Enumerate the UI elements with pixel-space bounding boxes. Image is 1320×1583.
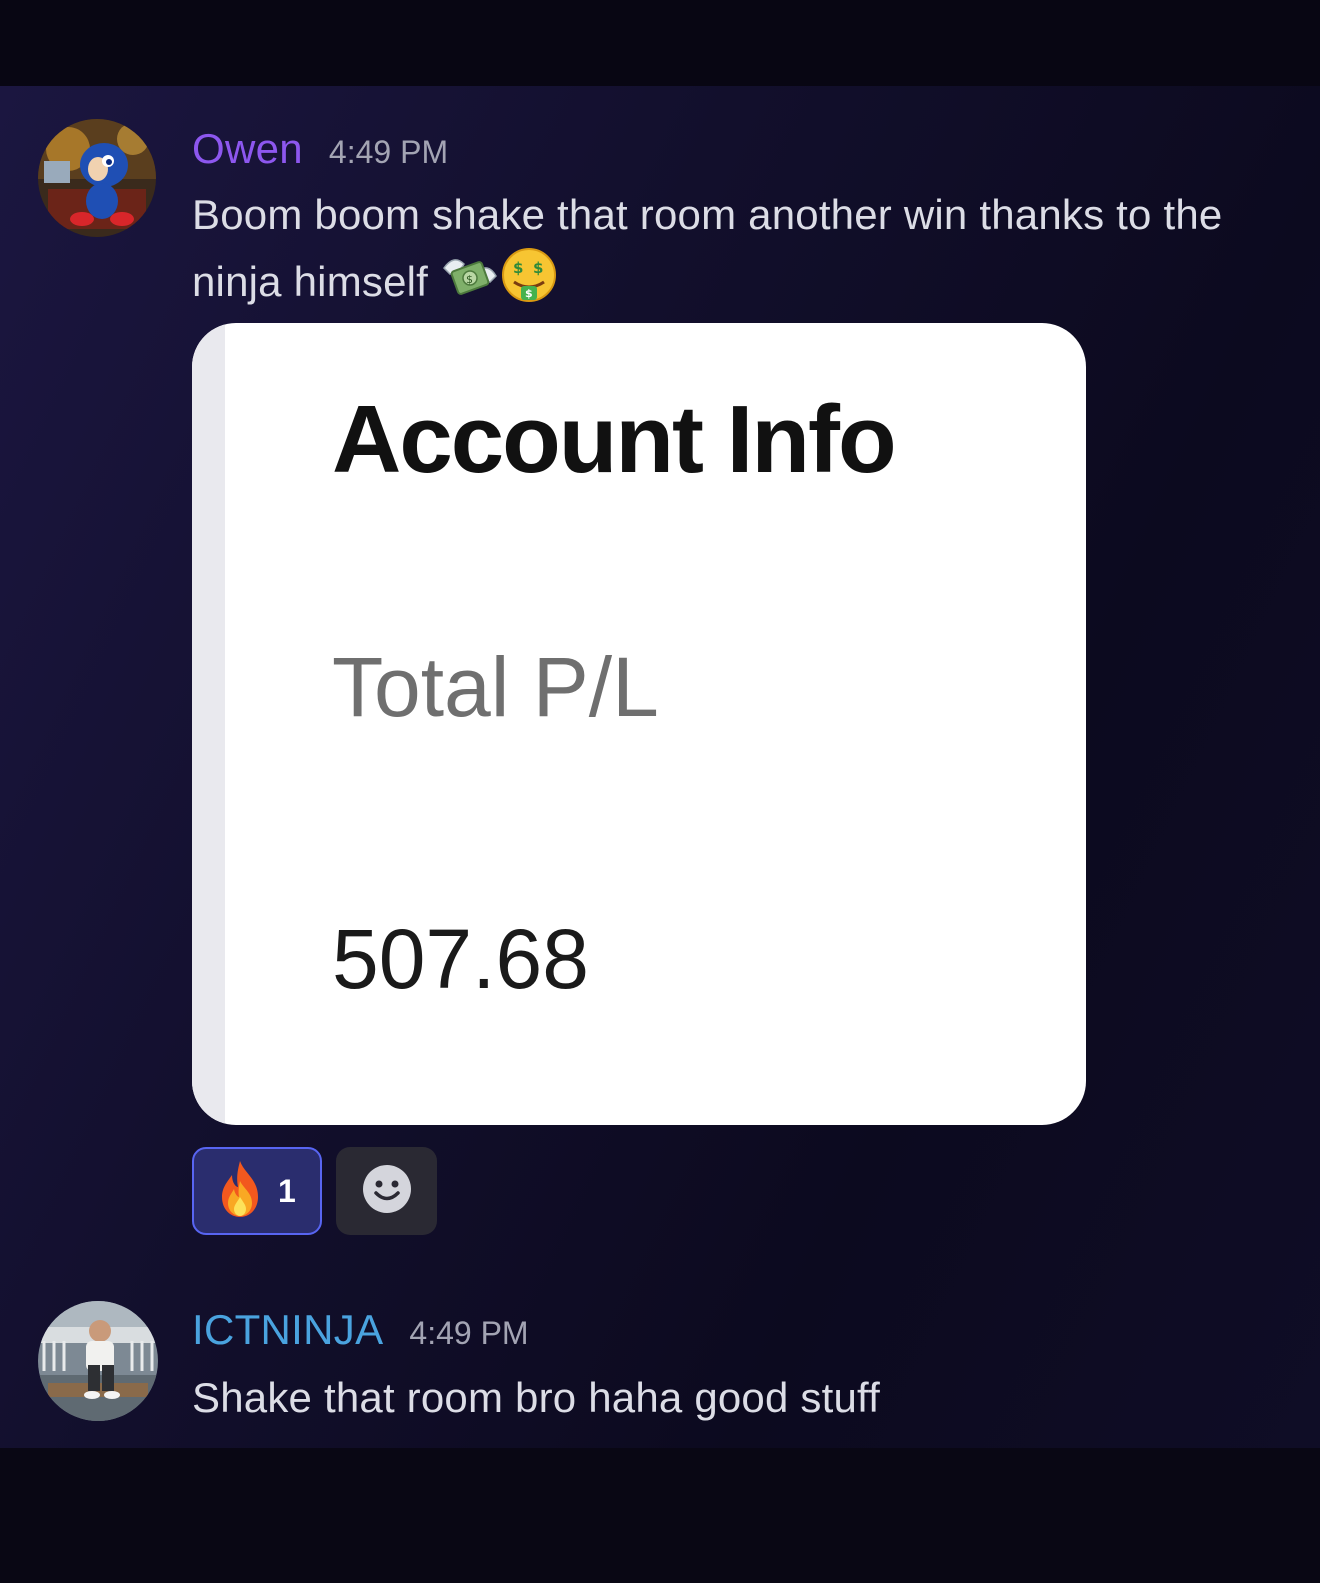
timestamp: 4:49 PM xyxy=(328,134,449,170)
money-mouth-face-icon: $ $ $ xyxy=(500,246,558,321)
attachment-edge xyxy=(192,323,225,1125)
message-body: Shake that room bro haha good stuff xyxy=(192,1374,881,1421)
reaction-fire[interactable]: 1 xyxy=(192,1147,322,1235)
bottom-bar xyxy=(0,1448,1320,1583)
timestamp: 4:49 PM xyxy=(409,1315,529,1351)
smiley-icon xyxy=(361,1163,413,1220)
username[interactable]: ICTNINJA xyxy=(192,1306,383,1354)
image-attachment[interactable]: Account Info Total P/L 507.68 xyxy=(192,323,1086,1125)
message-text: Boom boom shake that room another win th… xyxy=(192,184,1252,321)
svg-text:$: $ xyxy=(533,259,544,277)
fire-icon xyxy=(214,1159,266,1224)
message-header: ICTNINJA 4:49 PM xyxy=(192,1306,529,1354)
total-pl-label: Total P/L xyxy=(332,640,659,734)
svg-text:$: $ xyxy=(513,259,524,277)
avatar[interactable] xyxy=(38,119,156,237)
svg-text:$: $ xyxy=(525,287,533,300)
money-with-wings-icon: $ xyxy=(440,250,500,321)
top-bar xyxy=(0,0,1320,86)
avatar[interactable] xyxy=(38,1301,158,1421)
reaction-count: 1 xyxy=(278,1172,296,1209)
username[interactable]: Owen xyxy=(192,125,303,173)
account-info-title: Account Info xyxy=(332,386,897,493)
message-text: Shake that room bro haha good stuff xyxy=(192,1367,1252,1429)
svg-text:$: $ xyxy=(466,273,473,286)
message-header: Owen 4:49 PM xyxy=(192,125,448,173)
total-pl-value: 507.68 xyxy=(332,912,589,1006)
add-reaction-button[interactable] xyxy=(336,1147,437,1235)
message-body: Boom boom shake that room another win th… xyxy=(192,191,1223,305)
